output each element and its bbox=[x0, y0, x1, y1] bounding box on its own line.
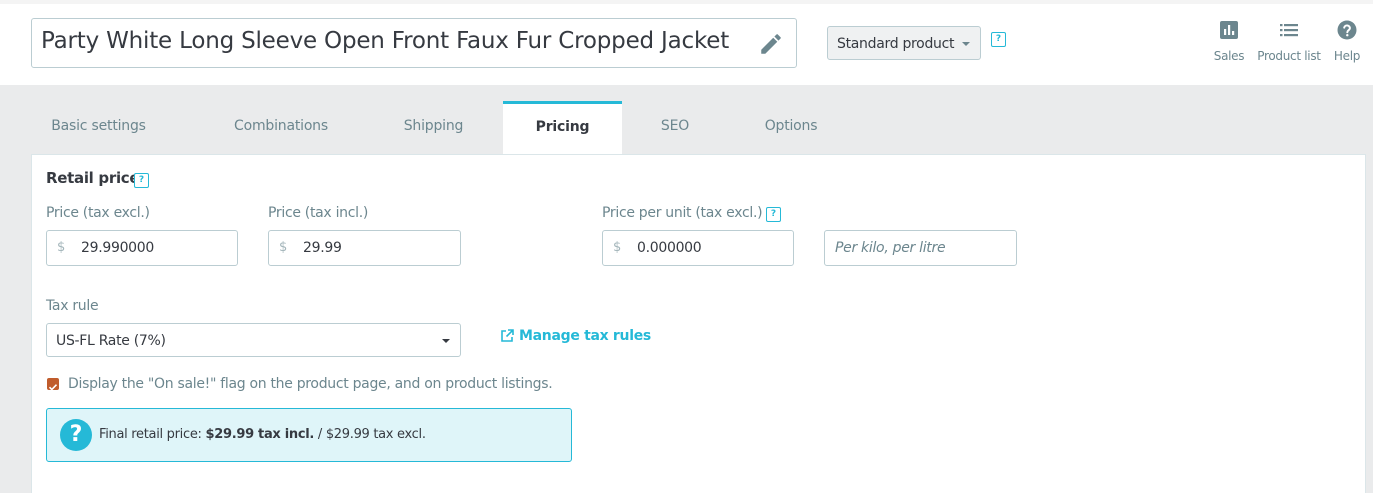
chevron-down-icon bbox=[962, 42, 970, 46]
product-name-value: Party White Long Sleeve Open Front Faux … bbox=[41, 28, 730, 54]
price-per-unit-input[interactable]: $ 0.000000 bbox=[602, 230, 794, 266]
product-name-input[interactable]: Party White Long Sleeve Open Front Faux … bbox=[31, 18, 797, 68]
help-icon[interactable]: ? bbox=[134, 173, 149, 188]
tax-rule-select[interactable]: US-FL Rate (7%) bbox=[46, 323, 461, 357]
page-header: Party White Long Sleeve Open Front Faux … bbox=[0, 0, 1373, 85]
toolbar-sales-button[interactable]: Sales bbox=[1209, 18, 1249, 68]
price-tax-incl-input[interactable]: $ 29.99 bbox=[268, 230, 461, 266]
toolbar-sales-label: Sales bbox=[1213, 49, 1245, 63]
unit-input[interactable]: Per kilo, per litre bbox=[824, 230, 1017, 266]
toolbar-product-list-button[interactable]: Product list bbox=[1254, 18, 1324, 68]
manage-tax-rules-link[interactable]: Manage tax rules bbox=[500, 328, 651, 344]
toolbar-help-button[interactable]: Help bbox=[1327, 18, 1367, 68]
price-tax-excl-label: Price (tax excl.) bbox=[46, 205, 150, 221]
price-tax-excl-input[interactable]: $ 29.990000 bbox=[46, 230, 238, 266]
currency-symbol: $ bbox=[57, 240, 66, 255]
list-icon bbox=[1280, 24, 1298, 37]
help-circle-icon bbox=[1337, 20, 1357, 40]
final-price-prefix: Final retail price: bbox=[99, 427, 202, 442]
tab-basic-settings[interactable]: Basic settings bbox=[31, 101, 166, 154]
on-sale-label: Display the "On sale!" flag on the produ… bbox=[68, 376, 553, 392]
external-link-icon bbox=[501, 329, 514, 342]
question-icon: ? bbox=[60, 419, 92, 451]
unit-placeholder: Per kilo, per litre bbox=[835, 240, 946, 256]
price-tax-incl-label: Price (tax incl.) bbox=[268, 205, 369, 221]
tax-rule-value: US-FL Rate (7%) bbox=[56, 333, 166, 349]
bar-chart-icon bbox=[1220, 21, 1238, 39]
price-per-unit-value: 0.000000 bbox=[637, 240, 702, 256]
chevron-down-icon bbox=[442, 339, 450, 343]
product-type-select[interactable]: Standard product bbox=[827, 26, 981, 60]
toolbar-help-label: Help bbox=[1333, 49, 1361, 63]
price-per-unit-label: Price per unit (tax excl.) bbox=[602, 205, 763, 221]
currency-symbol: $ bbox=[279, 240, 288, 255]
tab-combinations[interactable]: Combinations bbox=[196, 101, 366, 154]
tab-pricing[interactable]: Pricing bbox=[503, 101, 622, 154]
on-sale-checkbox[interactable] bbox=[47, 378, 59, 391]
tax-rule-label: Tax rule bbox=[46, 298, 99, 314]
currency-symbol: $ bbox=[613, 240, 622, 255]
retail-price-heading: Retail price bbox=[46, 169, 140, 187]
help-icon[interactable]: ? bbox=[991, 32, 1006, 47]
tab-seo[interactable]: SEO bbox=[641, 101, 709, 154]
final-price-alert: ? Final retail price: $29.99 tax incl. /… bbox=[46, 408, 572, 462]
pencil-icon[interactable] bbox=[758, 31, 784, 57]
tab-options[interactable]: Options bbox=[743, 101, 839, 154]
help-icon[interactable]: ? bbox=[766, 207, 781, 222]
toolbar-product-list-label: Product list bbox=[1257, 49, 1321, 63]
final-price-excl: / $29.99 tax excl. bbox=[317, 427, 426, 442]
tab-shipping[interactable]: Shipping bbox=[386, 101, 481, 154]
final-price-text: Final retail price: $29.99 tax incl. / $… bbox=[99, 427, 426, 442]
product-type-label: Standard product bbox=[837, 36, 955, 52]
check-icon bbox=[48, 384, 58, 391]
final-price-incl: $29.99 tax incl. bbox=[205, 427, 315, 442]
price-tax-excl-value: 29.990000 bbox=[81, 240, 155, 256]
price-tax-incl-value: 29.99 bbox=[303, 240, 342, 256]
manage-tax-rules-label: Manage tax rules bbox=[519, 328, 651, 344]
